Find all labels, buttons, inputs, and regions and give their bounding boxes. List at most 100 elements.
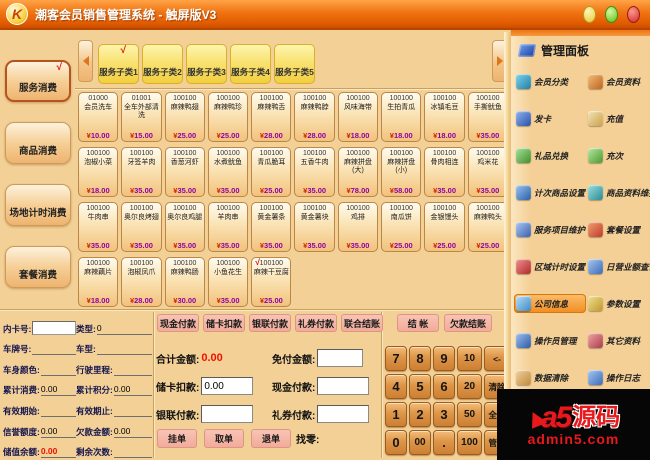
product-button[interactable]: 100100 奥尔良烤翅 ¥35.00: [121, 202, 162, 252]
settle-button[interactable]: 结 帐: [397, 314, 439, 332]
sidebar-item-recharge-times[interactable]: 充次: [586, 146, 650, 165]
sidebar-item-operation-log[interactable]: 操作日志: [586, 368, 650, 387]
product-button[interactable]: 100100 泡椒小菜 ¥18.00: [78, 147, 119, 197]
category-scroll-left-button[interactable]: [78, 40, 93, 82]
category-tab-5[interactable]: 服务子类5: [274, 44, 315, 84]
numpad-key-double-zero[interactable]: 00: [409, 430, 431, 455]
sidebar-item-area-timing-settings[interactable]: 区域计时设置: [514, 257, 586, 276]
numpad-key-7[interactable]: 7: [385, 346, 407, 371]
category-tab-3[interactable]: 服务子类3: [186, 44, 227, 84]
numpad-key-100[interactable]: 100: [457, 430, 482, 455]
sidebar-item-gift-exchange[interactable]: 礼品兑换: [514, 146, 586, 165]
retrieve-order-button[interactable]: 取单: [204, 429, 244, 448]
product-button[interactable]: 100100 麻辣鸭脖 ¥28.00: [294, 92, 335, 142]
chevron-right-icon: [496, 56, 503, 66]
product-button[interactable]: 100100 麻辣拼盘(小) ¥58.00: [381, 147, 422, 197]
product-button[interactable]: 100100 黄金薯块 ¥35.00: [294, 202, 335, 252]
product-button[interactable]: 100100 泡椒凤爪 ¥28.00: [121, 257, 162, 307]
consume-tab-4[interactable]: 套餐消费: [5, 246, 71, 288]
unionpay-amount-input[interactable]: [201, 405, 254, 423]
product-button[interactable]: 100100 南瓜饼 ¥25.00: [381, 202, 422, 252]
sidebar-item-params-settings[interactable]: 参数设置: [586, 294, 650, 313]
numpad-key-50[interactable]: 50: [457, 402, 482, 427]
numpad-key-5[interactable]: 5: [409, 374, 431, 399]
product-button[interactable]: 100100 麻辣鸭舌 ¥28.00: [251, 92, 292, 142]
hold-order-button[interactable]: 挂单: [157, 429, 197, 448]
card-deduct-amount-input[interactable]: [201, 377, 254, 395]
product-button[interactable]: 100100 麻辣鸭头 ¥25.00: [467, 202, 508, 252]
consume-tab-3[interactable]: 场地计时消费: [5, 184, 71, 226]
numpad-key-dot[interactable]: .: [433, 430, 455, 455]
product-button[interactable]: 100100 黄金薯条 ¥35.00: [251, 202, 292, 252]
product-button[interactable]: 100100 青瓜脆耳 ¥25.00: [251, 147, 292, 197]
product-button[interactable]: 100100 奥尔良鸡腿 ¥35.00: [164, 202, 205, 252]
numpad-key-10[interactable]: 10: [457, 346, 482, 371]
minimize-button[interactable]: [583, 5, 596, 23]
product-button[interactable]: 100100 麻辣鸭珍 ¥25.00: [207, 92, 249, 142]
product-price: ¥28.00: [303, 131, 327, 140]
sidebar-item-service-item-maintain[interactable]: 服务项目维护: [514, 220, 586, 239]
sidebar-item-recharge[interactable]: 充值: [586, 109, 650, 128]
numpad-key-1[interactable]: 1: [385, 402, 407, 427]
category-tab-4[interactable]: 服务子类4: [230, 44, 271, 84]
product-button[interactable]: 100100 风味海带 ¥18.00: [337, 92, 379, 142]
product-button[interactable]: 100100 五香牛肉 ¥35.00: [294, 147, 335, 197]
product-button[interactable]: 100100 麻辣藕片 ¥18.00: [78, 257, 119, 307]
sidebar-item-daily-revenue[interactable]: 日营业额查询: [586, 257, 650, 276]
product-button[interactable]: 01001 全车外部清洗 ¥15.00: [121, 92, 162, 142]
free-amount-input[interactable]: [317, 349, 364, 367]
product-button[interactable]: 100100 金银馒头 ¥25.00: [424, 202, 465, 252]
product-button[interactable]: 100100 冰镇毛豆 ¥18.00: [424, 92, 465, 142]
return-order-button[interactable]: 退单: [251, 429, 291, 448]
numpad-key-9[interactable]: 9: [433, 346, 455, 371]
product-button[interactable]: 100100 香葱河虾 ¥35.00: [164, 147, 205, 197]
debt-settle-button[interactable]: 欠款结账: [444, 314, 492, 332]
numpad-key-2[interactable]: 2: [409, 402, 431, 427]
consume-tab-1[interactable]: √ 服务消费: [5, 60, 71, 102]
product-button[interactable]: √ 100100 麻辣干豆腐 ¥25.00: [251, 257, 292, 307]
close-button[interactable]: [627, 5, 640, 23]
product-button[interactable]: 100100 小鱼花生 ¥35.00: [207, 257, 249, 307]
numpad-key-3[interactable]: 3: [433, 402, 455, 427]
category-tab-2[interactable]: 服务子类2: [142, 44, 183, 84]
sidebar-item-company-info[interactable]: 公司信息: [514, 294, 586, 313]
product-button[interactable]: 100100 麻辣鸭翅 ¥25.00: [164, 92, 205, 142]
numpad-key-0[interactable]: 0: [385, 430, 407, 455]
numpad-key-6[interactable]: 6: [433, 374, 455, 399]
card-number-input[interactable]: [32, 320, 76, 335]
product-button[interactable]: 100100 鸡米花 ¥35.00: [467, 147, 508, 197]
sidebar-item-other-data[interactable]: 其它资料: [586, 331, 650, 350]
cash-pay-amount-input[interactable]: [317, 377, 370, 395]
coupon-pay-button[interactable]: 礼券付款: [295, 314, 337, 332]
product-button[interactable]: 100100 麻辣拼盘(大) ¥78.00: [337, 147, 379, 197]
product-button[interactable]: 100100 水煮鱿鱼 ¥35.00: [207, 147, 249, 197]
product-button[interactable]: 01000 会员洗车 ¥10.00: [78, 92, 119, 142]
product-button[interactable]: 100100 牛肉串 ¥35.00: [78, 202, 119, 252]
product-button[interactable]: 100100 骨肉相连 ¥35.00: [424, 147, 465, 197]
product-button[interactable]: 100100 鸡排 ¥35.00: [337, 202, 379, 252]
sidebar-item-data-clear[interactable]: 数据清除: [514, 368, 586, 387]
maximize-button[interactable]: [605, 5, 618, 23]
product-button[interactable]: 100100 牙签羊肉 ¥35.00: [121, 147, 162, 197]
sidebar-item-member-category[interactable]: 会员分类: [514, 72, 586, 91]
unionpay-button[interactable]: 银联付款: [249, 314, 291, 332]
sidebar-item-goods-data-maintain[interactable]: 商品资料维护: [586, 183, 650, 202]
sidebar-item-count-goods-settings[interactable]: 计次商品设置: [514, 183, 586, 202]
numpad-key-4[interactable]: 4: [385, 374, 407, 399]
sidebar-item-issue-card[interactable]: 发卡: [514, 109, 586, 128]
card-deduct-button[interactable]: 储卡扣款: [203, 314, 245, 332]
sidebar-item-package-settings[interactable]: 套餐设置: [586, 220, 650, 239]
consume-tab-2[interactable]: 商品消费: [5, 122, 71, 164]
coupon-pay-amount-input[interactable]: [317, 405, 370, 423]
combined-settle-button[interactable]: 联合结账: [341, 314, 383, 332]
category-tab-1[interactable]: √ 服务子类1: [98, 44, 139, 84]
product-button[interactable]: 100100 生拍青瓜 ¥18.00: [381, 92, 422, 142]
cash-pay-button[interactable]: 现金付款: [157, 314, 199, 332]
numpad-key-8[interactable]: 8: [409, 346, 431, 371]
sidebar-item-operator-manage[interactable]: 操作员管理: [514, 331, 586, 350]
sidebar-item-member-info[interactable]: 会员资料: [586, 72, 650, 91]
product-button[interactable]: 100100 麻辣鸭肠 ¥30.00: [164, 257, 205, 307]
product-button[interactable]: 100100 手撕鱿鱼 ¥35.00: [467, 92, 508, 142]
numpad-key-20[interactable]: 20: [457, 374, 482, 399]
product-button[interactable]: 100100 羊肉串 ¥35.00: [207, 202, 249, 252]
